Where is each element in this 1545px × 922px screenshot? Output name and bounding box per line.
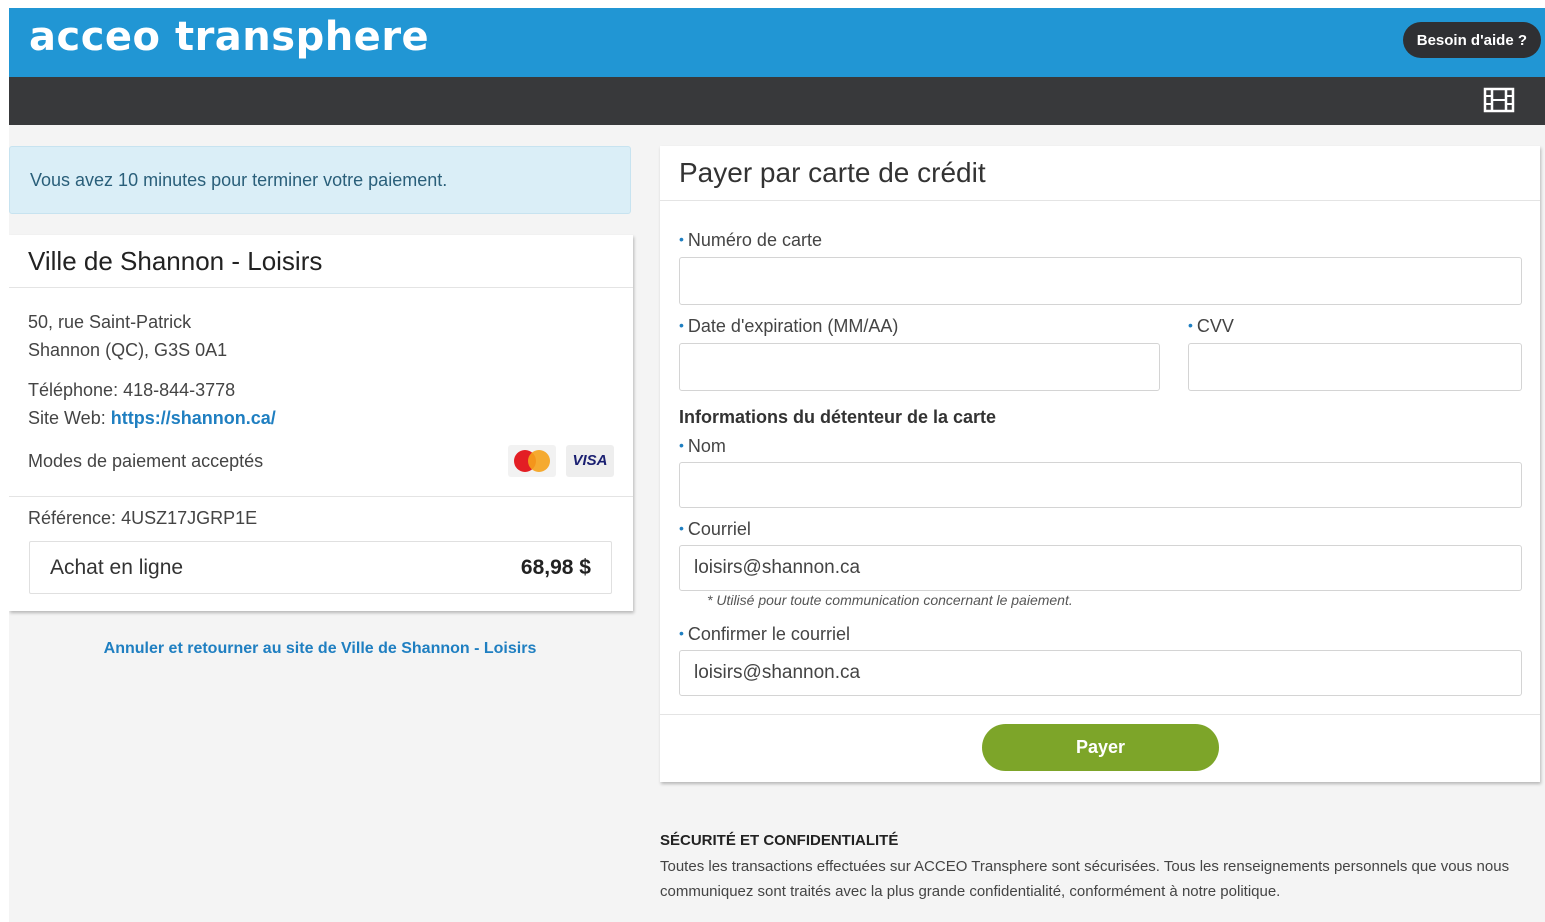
pay-button[interactable]: Payer	[982, 724, 1219, 771]
card-number-label-text: Numéro de carte	[687, 230, 822, 250]
card-number-label: • Numéro de carte	[679, 230, 822, 251]
card-number-input[interactable]	[679, 257, 1522, 305]
film-icon[interactable]	[1483, 86, 1515, 114]
website-link[interactable]: https://shannon.ca/	[111, 408, 276, 428]
reference-label: Référence:	[28, 508, 117, 528]
required-bullet: •	[679, 625, 684, 641]
expiry-label: • Date d'expiration (MM/AA)	[679, 316, 898, 337]
expiry-input[interactable]	[679, 343, 1160, 391]
top-header: acceo transphere Besoin d'aide ?	[9, 8, 1545, 77]
confirm-email-input[interactable]	[679, 650, 1522, 696]
phone-label: Téléphone:	[28, 380, 119, 400]
confirm-email-label: • Confirmer le courriel	[679, 624, 850, 645]
card-logos: VISA	[508, 445, 614, 477]
cvv-input[interactable]	[1188, 343, 1522, 391]
confirm-email-label-text: Confirmer le courriel	[687, 624, 850, 644]
website-label: Site Web:	[28, 408, 106, 428]
purchase-amount: 68,98 $	[520, 555, 591, 579]
merchant-details: 50, rue Saint-Patrick Shannon (QC), G3S …	[9, 288, 633, 478]
email-label: • Courriel	[679, 519, 751, 540]
toolbar	[9, 77, 1545, 125]
name-label: • Nom	[679, 436, 726, 457]
name-label-text: Nom	[687, 436, 726, 456]
purchase-label: Achat en ligne	[50, 555, 184, 579]
merchant-phone: Téléphone: 418-844-3778	[28, 376, 614, 404]
page-frame: acceo transphere Besoin d'aide ? Vous av…	[9, 8, 1545, 922]
reference: Référence: 4USZ17JGRP1E	[28, 508, 257, 529]
email-label-text: Courriel	[687, 519, 751, 539]
payment-modes-label: Modes de paiement acceptés	[28, 451, 264, 471]
visa-logo: VISA	[566, 445, 614, 477]
cvv-label: • CVV	[1188, 316, 1234, 337]
address-line-2: Shannon (QC), G3S 0A1	[28, 340, 228, 360]
email-input[interactable]	[679, 545, 1522, 591]
required-bullet: •	[1188, 317, 1193, 333]
phone-value: 418-844-3778	[123, 380, 236, 400]
merchant-card: Ville de Shannon - Loisirs 50, rue Saint…	[9, 235, 633, 611]
payment-modes: Modes de paiement acceptés VISA	[28, 444, 614, 478]
required-bullet: •	[679, 520, 684, 536]
email-hint: * Utilisé pour toute communication conce…	[707, 592, 1073, 608]
expiry-label-text: Date d'expiration (MM/AA)	[687, 316, 899, 336]
form-heading: Payer par carte de crédit	[660, 146, 1540, 201]
required-bullet: •	[679, 437, 684, 453]
payment-form: Payer par carte de crédit • Numéro de car…	[660, 146, 1540, 782]
divider	[9, 496, 633, 497]
help-button[interactable]: Besoin d'aide ?	[1402, 22, 1541, 58]
merchant-address: 50, rue Saint-Patrick Shannon (QC), G3S …	[28, 308, 614, 364]
name-input[interactable]	[679, 462, 1522, 508]
holder-section-title: Informations du détenteur de la carte	[679, 407, 997, 427]
cancel-return-link[interactable]: Annuler et retourner au site de Ville de…	[9, 640, 631, 658]
brand-logo[interactable]: acceo transphere	[29, 14, 429, 60]
divider	[660, 714, 1540, 715]
mastercard-logo	[508, 445, 556, 477]
required-bullet: •	[679, 231, 684, 247]
merchant-website: Site Web: https://shannon.ca/	[28, 404, 614, 432]
merchant-name: Ville de Shannon - Loisirs	[9, 235, 633, 288]
reference-value: 4USZ17JGRP1E	[121, 508, 258, 528]
purchase-summary: Achat en ligne 68,98 $	[29, 541, 612, 594]
timer-alert: Vous avez 10 minutes pour terminer votre…	[9, 146, 631, 214]
security-title: SÉCURITÉ ET CONFIDENTIALITÉ	[660, 832, 899, 849]
cvv-label-text: CVV	[1196, 316, 1234, 336]
security-text: Toutes les transactions effectuées sur A…	[660, 858, 1510, 900]
address-line-1: 50, rue Saint-Patrick	[28, 312, 192, 332]
required-bullet: •	[679, 317, 684, 333]
